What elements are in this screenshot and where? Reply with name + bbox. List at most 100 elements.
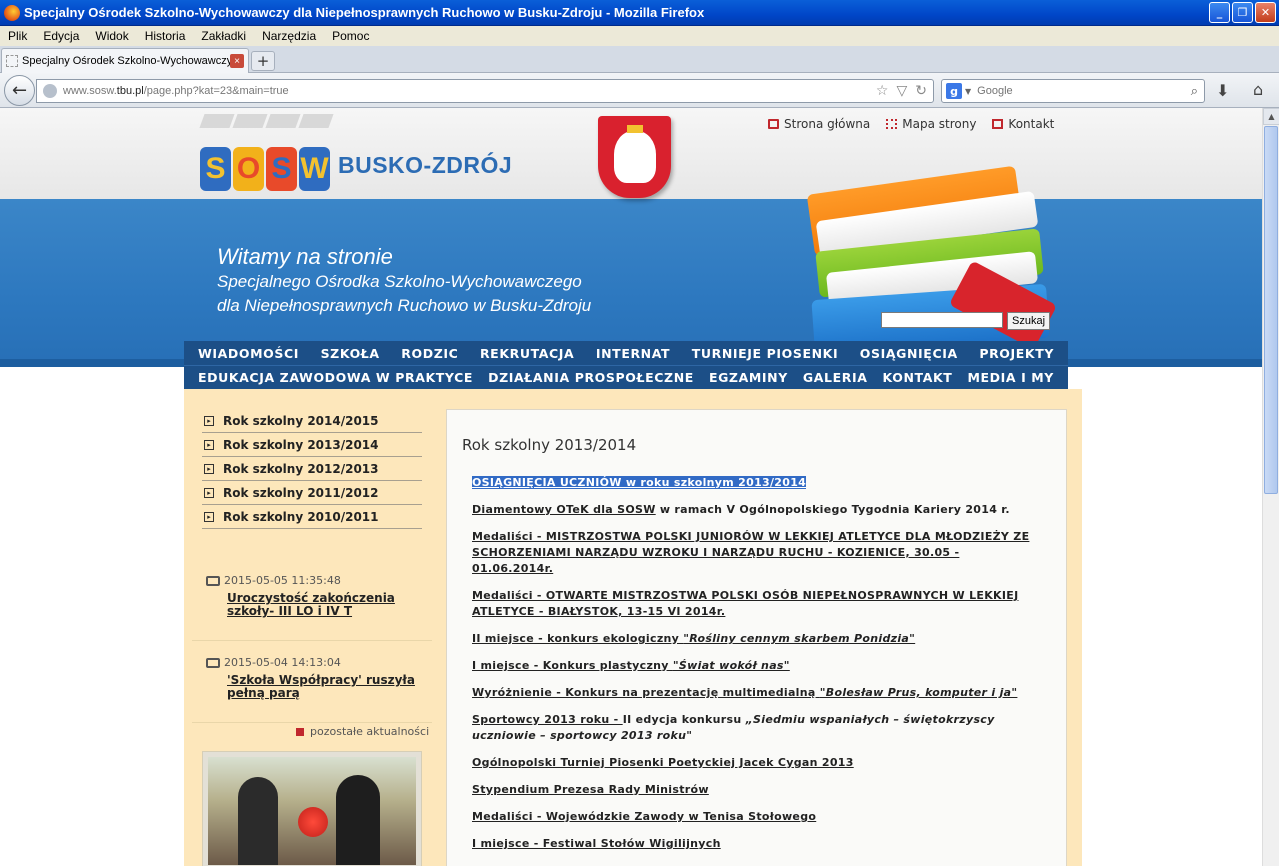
globe-icon	[43, 84, 57, 98]
logo-letter: S	[200, 147, 231, 191]
news-link[interactable]: 'Szkoła Współpracy' ruszyła pełną parą	[192, 674, 432, 700]
window-titlebar: Specjalny Ośrodek Szkolno-Wychowawczy dl…	[0, 0, 1279, 26]
menu-widok[interactable]: Widok	[87, 29, 136, 43]
achievement-link[interactable]: Sportowcy 2013 roku - II edycja konkursu…	[472, 712, 1042, 744]
achievement-link[interactable]: Ogólnopolski Turniej Piosenki Poetyckiej…	[472, 755, 1042, 771]
achievement-link[interactable]: II miejsce - konkurs ekologiczny "Roślin…	[472, 631, 1042, 647]
arrow-bullet-icon: ▸	[204, 439, 214, 450]
page-viewport: S O S W BUSKO-ZDRÓJ Strona główna Mapa s…	[0, 108, 1262, 866]
nav-item[interactable]: PROJEKTY	[979, 346, 1054, 361]
arrow-bullet-icon: ▸	[204, 415, 214, 426]
achievement-link[interactable]: Medaliści - MISTRZOSTWA POLSKI JUNIORÓW …	[472, 529, 1042, 577]
menu-historia[interactable]: Historia	[137, 29, 194, 43]
nav-item[interactable]: RODZIC	[401, 346, 458, 361]
arrow-bullet-icon: ▸	[204, 511, 214, 522]
back-arrow-icon: ←	[11, 80, 28, 101]
news-icon	[206, 575, 220, 586]
menu-pomoc[interactable]: Pomoc	[324, 29, 377, 43]
logo-letter: W	[299, 147, 330, 191]
menu-bar: Plik Edycja Widok Historia Zakładki Narz…	[0, 26, 1279, 46]
maximize-button[interactable]: ❐	[1232, 2, 1253, 23]
navigation-bar: ← www.sosw.tbu.pl/page.php?kat=23&main=t…	[0, 73, 1279, 108]
graduation-cap-icon	[265, 114, 301, 128]
menu-narzedzia[interactable]: Narzędzia	[254, 29, 324, 43]
tab-close-icon[interactable]: ×	[230, 54, 244, 68]
site-search: Szukaj	[881, 312, 1051, 330]
achievement-link[interactable]: Stypendium Prezesa Rady Ministrów	[472, 782, 1042, 798]
achievement-link[interactable]: Medaliści - Wojewódzkie Zawody w Tenisa …	[472, 809, 1042, 825]
school-year-link[interactable]: ▸ Rok szkolny 2012/2013	[202, 457, 422, 481]
news-item: 2015-05-05 11:35:48 Uroczystość zakończe…	[192, 574, 432, 618]
downloads-icon[interactable]: ⬇	[1216, 81, 1229, 100]
home-icon[interactable]: ⌂	[1253, 80, 1263, 99]
achievement-link[interactable]: I miejsce - Festiwal Stołów Wigilijnych	[472, 836, 1042, 852]
main-navigation: WIADOMOŚCI SZKOŁA RODZIC REKRUTACJA INTERNAT…	[184, 341, 1068, 389]
url-bar[interactable]: www.sosw.tbu.pl/page.php?kat=23&main=tru…	[36, 79, 934, 103]
school-year-link[interactable]: ▸ Rok szkolny 2013/2014	[202, 433, 422, 457]
achievement-link[interactable]: OSIĄGNIĘCIA UCZNIÓW w roku szkolnym 2013…	[472, 475, 1042, 491]
nav-item[interactable]: WIADOMOŚCI	[198, 346, 299, 361]
top-links: Strona główna Mapa strony Kontakt	[768, 117, 1054, 131]
scroll-up-icon[interactable]: ▲	[1263, 108, 1279, 125]
achievement-link[interactable]: Diamentowy OTeK dla SOSW w ramach V Ogól…	[472, 502, 1042, 518]
graduation-cap-icon	[232, 114, 268, 128]
arrow-bullet-icon: ▸	[204, 463, 214, 474]
magnifier-icon[interactable]: ⌕	[1191, 84, 1198, 99]
tab-bar: Specjalny Ośrodek Szkolno-Wychowawczy dl…	[0, 46, 1279, 73]
scrollbar-thumb[interactable]	[1264, 126, 1278, 494]
graduation-cap-icon	[298, 114, 334, 128]
new-tab-button[interactable]: +	[251, 51, 275, 71]
site-search-input[interactable]	[881, 312, 1003, 328]
school-year-link[interactable]: ▸ Rok szkolny 2014/2015	[202, 409, 422, 433]
window-title: Specjalny Ośrodek Szkolno-Wychowawczy dl…	[24, 5, 705, 20]
tab-label: Specjalny Ośrodek Szkolno-Wychowawczy dl…	[22, 55, 230, 67]
news-link[interactable]: Uroczystość zakończenia szkoły- III LO i…	[192, 592, 432, 618]
logo-text: BUSKO-ZDRÓJ	[338, 152, 513, 178]
arrow-bullet-icon: ▸	[204, 487, 214, 498]
browser-tab[interactable]: Specjalny Ośrodek Szkolno-Wychowawczy dl…	[1, 48, 249, 73]
nav-item[interactable]: OSIĄGNIĘCIA	[860, 346, 958, 361]
url-text[interactable]: www.sosw.tbu.pl/page.php?kat=23&main=tru…	[63, 85, 876, 97]
nav-item[interactable]: DZIAŁANIA PROSPOŁECZNE	[488, 370, 694, 385]
graduation-cap-icon	[199, 114, 235, 128]
nav-item[interactable]: MEDIA I MY	[967, 370, 1054, 385]
achievement-link[interactable]: Wyróżnienie - Konkurs na prezentację mul…	[472, 685, 1042, 701]
school-year-link[interactable]: ▸ Rok szkolny 2011/2012	[202, 481, 422, 505]
reload-icon[interactable]: ↻	[915, 83, 927, 99]
home-link[interactable]: Strona główna	[768, 117, 870, 131]
contact-link[interactable]: Kontakt	[992, 117, 1054, 131]
logo-letter: O	[233, 147, 264, 191]
search-bar[interactable]: g ▼ ⌕	[941, 79, 1205, 103]
site-search-button[interactable]: Szukaj	[1007, 312, 1051, 330]
more-news-link[interactable]: pozostałe aktualności	[296, 725, 429, 738]
home-icon	[768, 119, 779, 129]
page-favicon-icon	[6, 55, 18, 67]
bookmark-star-icon[interactable]: ☆	[876, 83, 889, 99]
nav-item[interactable]: TURNIEJE PIOSENKI	[692, 346, 838, 361]
minimize-button[interactable]: _	[1209, 2, 1230, 23]
nav-item[interactable]: EDUKACJA ZAWODOWA W PRAKTYCE	[198, 370, 473, 385]
nav-item[interactable]: INTERNAT	[596, 346, 670, 361]
menu-zakladki[interactable]: Zakładki	[193, 29, 254, 43]
nav-item[interactable]: REKRUTACJA	[480, 346, 574, 361]
back-button[interactable]: ←	[4, 75, 35, 106]
nav-item[interactable]: KONTAKT	[883, 370, 953, 385]
nav-item[interactable]: SZKOŁA	[321, 346, 380, 361]
engine-dropdown-icon[interactable]: ▼	[965, 87, 971, 96]
google-icon[interactable]: g	[946, 83, 962, 99]
menu-plik[interactable]: Plik	[0, 29, 35, 43]
nav-item[interactable]: EGZAMINY	[709, 370, 788, 385]
achievement-link[interactable]: Medaliści - OTWARTE MISTRZOSTWA POLSKI O…	[472, 588, 1042, 620]
menu-edycja[interactable]: Edycja	[35, 29, 87, 43]
gallery-photo[interactable]	[202, 751, 422, 866]
vertical-scrollbar[interactable]: ▲	[1262, 108, 1279, 866]
site-logo[interactable]: S O S W BUSKO-ZDRÓJ	[198, 114, 528, 196]
news-item: 2015-05-04 14:13:04 'Szkoła Współpracy' …	[192, 656, 432, 700]
search-input[interactable]	[977, 85, 1191, 97]
close-window-button[interactable]: ✕	[1255, 2, 1276, 23]
nav-item[interactable]: GALERIA	[803, 370, 868, 385]
achievement-link[interactable]: I miejsce - Konkurs plastyczny "Świat wo…	[472, 658, 1042, 674]
school-year-link[interactable]: ▸ Rok szkolny 2010/2011	[202, 505, 422, 529]
sitemap-link[interactable]: Mapa strony	[886, 117, 976, 131]
dropdown-arrow-icon[interactable]: ▽	[896, 83, 907, 99]
